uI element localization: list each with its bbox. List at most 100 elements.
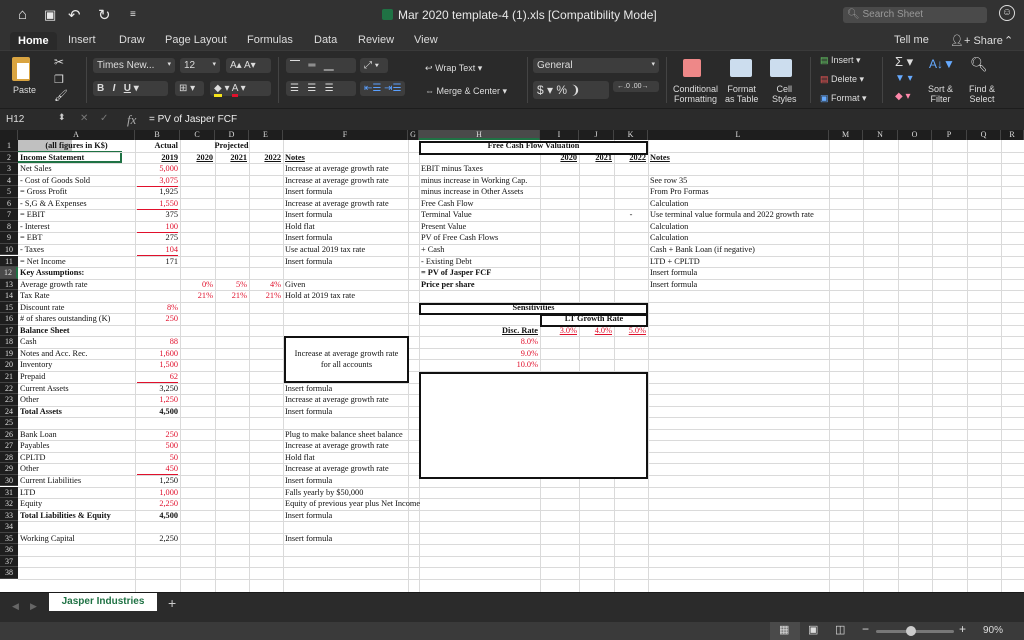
spreadsheet-grid[interactable]: A B C D E F G H I J K L M N O P Q R 1 2 3 4 5 6 7 8 9 10 11 12 13 14 15 1… <box>0 130 1024 592</box>
decrease-decimal-button[interactable]: .00→ <box>632 83 649 90</box>
font-size-select[interactable]: 12 ▾ <box>180 58 220 73</box>
comma-button[interactable]: ❩ <box>570 83 580 97</box>
increase-font-icon[interactable]: A▴ <box>230 60 242 71</box>
paste-icon[interactable] <box>12 57 30 81</box>
zoom-in-button[interactable]: + <box>959 622 966 636</box>
column-header-K[interactable]: K <box>614 130 648 140</box>
column-header-A[interactable]: A <box>18 130 135 140</box>
conditional-formatting-icon[interactable] <box>683 59 701 77</box>
row-header-24[interactable]: 24 <box>0 405 18 418</box>
tab-draw[interactable]: Draw <box>119 34 145 46</box>
percent-button[interactable]: % <box>556 83 567 97</box>
borders-button[interactable]: ⊞ ▾ <box>175 81 204 96</box>
column-header-B[interactable]: B <box>135 130 180 140</box>
row-header-36[interactable]: 36 <box>0 544 18 556</box>
row-header-9[interactable]: 9 <box>0 232 18 244</box>
column-header-O[interactable]: O <box>898 130 932 140</box>
sort-filter-button[interactable]: Sort & Filter <box>928 84 953 104</box>
page-layout-view-icon[interactable]: ▣ <box>808 623 818 636</box>
tab-view[interactable]: View <box>414 34 438 46</box>
column-header-M[interactable]: M <box>829 130 863 140</box>
row-header-17[interactable]: 17 <box>0 324 18 337</box>
currency-button[interactable]: $ <box>537 83 544 97</box>
tab-review[interactable]: Review <box>358 34 394 46</box>
wrap-text-button[interactable]: ↩ Wrap Text ▾ <box>425 63 482 74</box>
conditional-formatting-button[interactable]: Conditional Formatting <box>673 84 718 104</box>
orientation-button[interactable]: ⤢ ▾ <box>360 58 388 73</box>
row-header-34[interactable]: 34 <box>0 521 18 533</box>
row-header-12[interactable]: 12 <box>0 267 18 279</box>
delete-cells-button[interactable]: ▤ Delete ▾ <box>820 74 864 85</box>
column-header-C[interactable]: C <box>180 130 215 140</box>
save-icon[interactable]: ▣ <box>44 7 56 23</box>
search-sheet-input[interactable]: 🔍︎ Search Sheet <box>843 7 987 23</box>
feedback-smiley-icon[interactable]: ☺ <box>999 5 1015 21</box>
row-header-10[interactable]: 10 <box>0 243 18 256</box>
row-header-19[interactable]: 19 <box>0 347 18 360</box>
zoom-slider-handle[interactable] <box>906 626 917 636</box>
row-header-5[interactable]: 5 <box>0 186 18 198</box>
format-cells-button[interactable]: ▣ Format ▾ <box>820 93 867 104</box>
column-header-H[interactable]: H <box>419 130 540 140</box>
row-header-32[interactable]: 32 <box>0 498 18 510</box>
font-size-grow-shrink[interactable]: A▴ A▾ <box>226 58 271 73</box>
increase-decimal-button[interactable]: ←.0 <box>617 83 630 90</box>
fill-icon[interactable]: ▼ ▾ <box>895 73 913 84</box>
cancel-icon[interactable]: ✕ <box>80 113 88 124</box>
row-header-7[interactable]: 7 <box>0 209 18 221</box>
row-header-20[interactable]: 20 <box>0 359 18 371</box>
share-button[interactable]: 👤︎+ Share <box>950 34 1003 47</box>
indent-group[interactable]: ⇤☰ ⇥☰ <box>360 81 405 96</box>
sort-filter-icon[interactable]: A↓▼ <box>929 57 955 71</box>
cell-styles-icon[interactable] <box>770 59 792 77</box>
row-header-13[interactable]: 13 <box>0 278 18 291</box>
row-header-18[interactable]: 18 <box>0 336 18 348</box>
row-header-33[interactable]: 33 <box>0 509 18 522</box>
find-select-icon[interactable]: 🔍︎ <box>970 56 988 73</box>
cut-icon[interactable]: ✂ <box>54 55 64 69</box>
undo-icon[interactable]: ↶ <box>68 6 81 24</box>
row-header-26[interactable]: 26 <box>0 428 18 441</box>
find-select-button[interactable]: Find & Select <box>969 84 995 104</box>
row-header-11[interactable]: 11 <box>0 255 18 268</box>
column-header-D[interactable]: D <box>215 130 249 140</box>
cell-styles-button[interactable]: Cell Styles <box>772 84 797 104</box>
column-header-G[interactable]: G <box>408 130 419 140</box>
row-header-30[interactable]: 30 <box>0 474 18 487</box>
name-box-stepper-icon[interactable]: ⬍ <box>58 112 66 123</box>
sheet-tab-jasper-industries[interactable]: Jasper Industries <box>49 593 157 611</box>
confirm-icon[interactable]: ✓ <box>100 113 108 124</box>
collapse-ribbon-icon[interactable]: ⌃ <box>1004 34 1013 47</box>
name-box[interactable]: H12 <box>6 114 24 125</box>
next-sheet-icon[interactable]: ▶ <box>30 601 37 612</box>
number-format-select[interactable]: General ▾ <box>533 58 659 73</box>
column-header-R[interactable]: R <box>1001 130 1024 140</box>
row-header-38[interactable]: 38 <box>0 567 18 579</box>
row-header-31[interactable]: 31 <box>0 486 18 499</box>
row-header-23[interactable]: 23 <box>0 394 18 406</box>
row-header-8[interactable]: 8 <box>0 220 18 233</box>
fill-color-button[interactable]: ◆ <box>214 83 222 97</box>
column-header-F[interactable]: F <box>283 130 408 140</box>
tab-page-layout[interactable]: Page Layout <box>165 34 227 46</box>
column-header-E[interactable]: E <box>249 130 283 140</box>
tab-formulas[interactable]: Formulas <box>247 34 293 46</box>
home-icon[interactable]: ⌂ <box>18 6 27 23</box>
function-icon[interactable]: fx <box>127 112 136 128</box>
decrease-font-icon[interactable]: A▾ <box>244 60 256 71</box>
row-header-6[interactable]: 6 <box>0 197 18 210</box>
copy-icon[interactable]: ❐ <box>54 73 64 86</box>
column-header-J[interactable]: J <box>579 130 614 140</box>
page-break-view-icon[interactable]: ◫ <box>835 623 845 636</box>
column-header-I[interactable]: I <box>540 130 579 140</box>
merge-center-button[interactable]: ⇔ Merge & Center ▾ <box>425 86 507 97</box>
prev-sheet-icon[interactable]: ◀ <box>12 601 19 612</box>
normal-view-button[interactable]: ▦ <box>770 622 800 640</box>
tab-data[interactable]: Data <box>314 34 337 46</box>
row-header-35[interactable]: 35 <box>0 532 18 545</box>
row-header-22[interactable]: 22 <box>0 382 18 395</box>
insert-cells-button[interactable]: ▤ Insert ▾ <box>820 55 861 66</box>
format-as-table-icon[interactable] <box>730 59 752 77</box>
format-painter-icon[interactable]: 🖌︎ <box>54 89 68 102</box>
column-header-Q[interactable]: Q <box>967 130 1001 140</box>
